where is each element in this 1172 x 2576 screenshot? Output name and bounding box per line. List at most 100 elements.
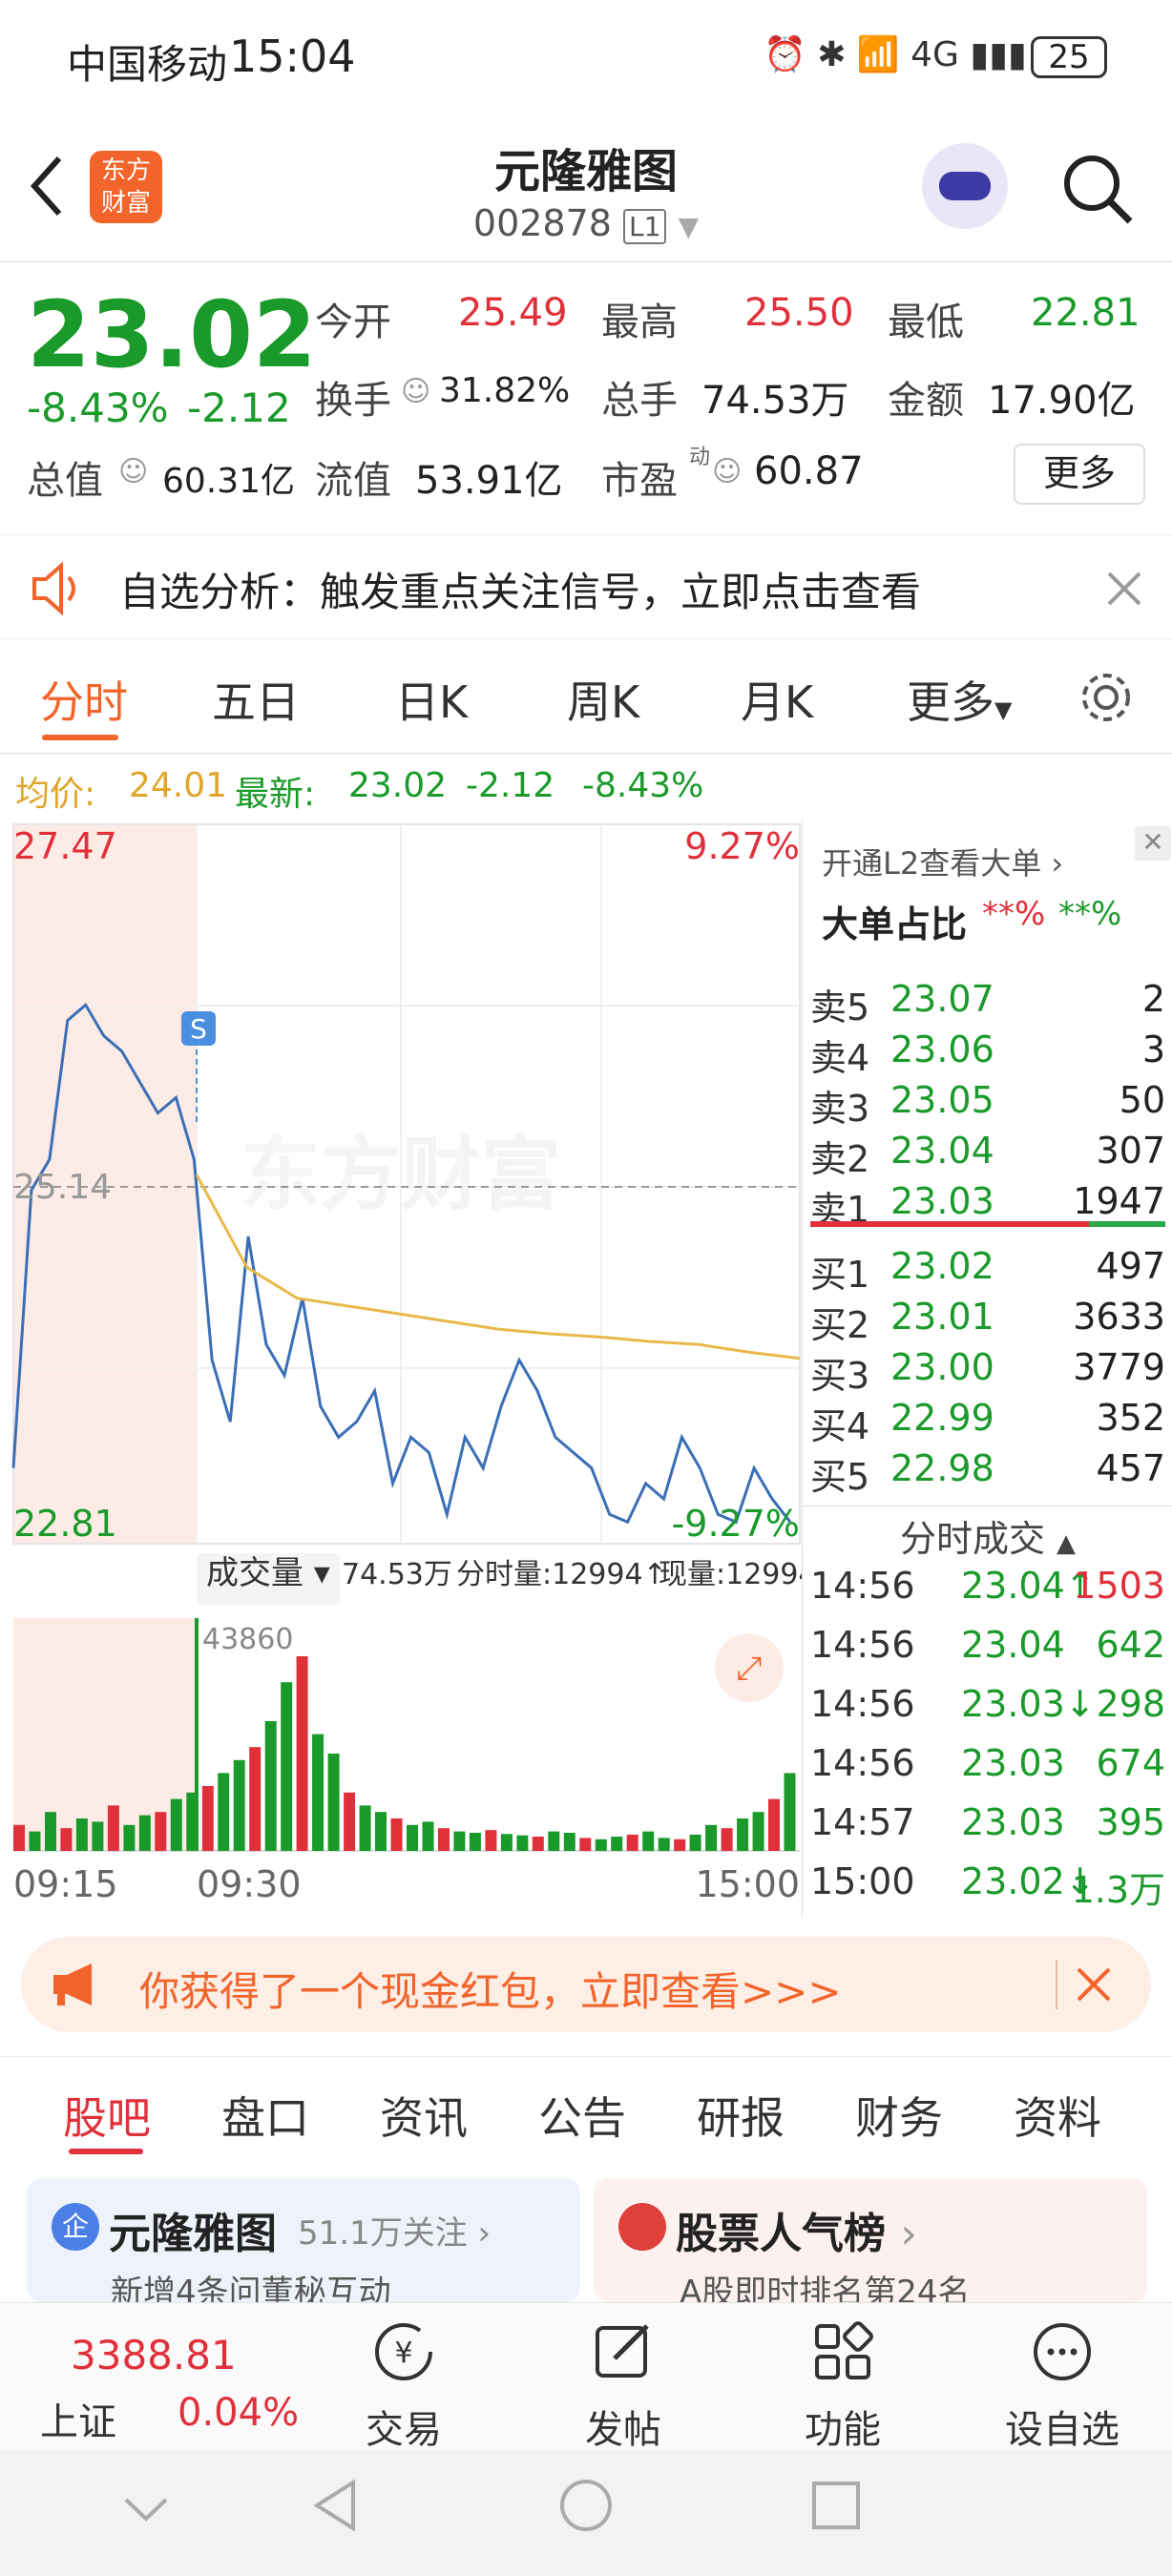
tab-pankou[interactable]: 盘口 — [221, 2084, 309, 2147]
tab-finance[interactable]: 财务 — [855, 2084, 943, 2147]
nav-function[interactable]: 功能 — [771, 2303, 914, 2452]
volume-bar — [563, 1833, 576, 1851]
mktcap-label: 总值 — [27, 459, 103, 503]
ask-volume: 3 — [1141, 1028, 1165, 1070]
recent-apps-icon[interactable] — [809, 2479, 863, 2532]
ask-price: 23.07 — [890, 978, 994, 1020]
nav-post[interactable]: 发帖 — [552, 2303, 695, 2452]
bid-volume: 457 — [1096, 1447, 1165, 1489]
period-tabs: 分时 五日 日K 周K 月K 更多▼ — [0, 639, 1172, 754]
nav-trade[interactable]: ¥ 交易 — [332, 2303, 475, 2452]
volume-label: 成交量 ▾ — [206, 1554, 330, 1592]
pe-superscript: 动 — [689, 446, 711, 469]
pe-label: 市盈 — [601, 459, 678, 503]
expand-icon-glyph: ⤢ — [736, 1650, 762, 1688]
volume-bar — [658, 1838, 670, 1851]
chart-legend: 均价: 24.01 最新: 23.02 -2.12 -8.43% — [0, 758, 1172, 816]
info-icon[interactable]: ☺ — [712, 455, 742, 488]
volume-bar — [548, 1831, 560, 1851]
tab-weekly-k[interactable]: 周K — [567, 668, 639, 731]
ask-volume: 2 — [1141, 978, 1165, 1020]
ask-row: 卖3 23.05 50 — [803, 1079, 1172, 1130]
company-card[interactable]: 企 元隆雅图 51.1万关注 › 新增4条问董秘互动 — [27, 2178, 580, 2312]
volume-bar — [674, 1839, 686, 1851]
tab-announcements[interactable]: 公告 — [538, 2084, 626, 2147]
chevron-down-icon: ▼ — [678, 211, 700, 242]
ask-row: 卖2 23.04 307 — [803, 1130, 1172, 1180]
popularity-card[interactable]: 股票人气榜 › A股即时排名第24名 — [594, 2178, 1147, 2312]
notice-text: 自选分析：触发重点关注信号，立即点击查看 — [119, 569, 922, 615]
red-packet-banner[interactable]: 你获得了一个现金红包，立即查看>>> — [21, 1937, 1151, 2032]
tab-research[interactable]: 研报 — [697, 2084, 785, 2147]
ask-level: 卖2 — [810, 1138, 870, 1180]
bid-level: 买5 — [810, 1456, 870, 1498]
signal-icons: ⏰ ✱ 📶 4G ▮▮▮ — [764, 35, 1027, 74]
close-icon[interactable]: ✕ — [1135, 826, 1171, 861]
feature-cards: 企 元隆雅图 51.1万关注 › 新增4条问董秘互动 股票人气榜 › A股即时排… — [0, 2164, 1172, 2312]
latest-value: 23.02 — [348, 766, 448, 805]
tab-guba[interactable]: 股吧 — [63, 2084, 151, 2147]
volume-bar — [344, 1792, 356, 1851]
volume-bar — [422, 1821, 434, 1851]
info-icon[interactable]: ☺ — [401, 375, 430, 408]
x-axis-label: 09:30 — [197, 1863, 302, 1905]
avg-label: 均价: — [15, 775, 96, 814]
change-percent: -8.43% — [27, 384, 169, 431]
latest-change: -2.12 — [466, 766, 555, 805]
more-button[interactable]: 更多 — [1014, 444, 1145, 505]
volume-bar — [29, 1831, 41, 1851]
close-icon[interactable] — [1075, 1965, 1113, 2004]
analysis-notice[interactable]: 自选分析：触发重点关注信号，立即点击查看 — [0, 534, 1172, 639]
fenshi-volume: 分时量:12994↑ — [456, 1558, 667, 1591]
ask-price: 23.05 — [890, 1079, 994, 1121]
search-icon[interactable] — [1059, 151, 1136, 227]
active-tab-indicator — [69, 2149, 143, 2154]
volume-total: 74.53万 — [342, 1558, 452, 1591]
back-triangle-icon[interactable] — [309, 2477, 359, 2534]
bottom-nav: 3388.81 上证 0.04% ¥ 交易 发帖 功能 设自选 — [0, 2302, 1172, 2452]
tab-5day[interactable]: 五日 — [212, 668, 300, 731]
amount-value: 17.90亿 — [988, 379, 1136, 423]
big-order-label: 大单占比 — [822, 904, 968, 945]
tab-profile[interactable]: 资料 — [1014, 2084, 1101, 2147]
tab-daily-k[interactable]: 日K — [395, 668, 468, 731]
l2-upgrade-link[interactable]: 开通L2查看大单 › — [822, 840, 1063, 883]
ask-volume: 1947 — [1073, 1180, 1165, 1222]
bid-volume: 497 — [1096, 1245, 1165, 1287]
bid-level: 买4 — [810, 1405, 870, 1447]
ticks-title[interactable]: 分时成交 ▲ — [803, 1509, 1172, 1562]
tab-monthly-k[interactable]: 月K — [741, 668, 813, 731]
tab-news[interactable]: 资讯 — [380, 2084, 468, 2147]
open-label: 今开 — [315, 301, 391, 344]
intraday-chart[interactable]: 东方财富 S 27.47 9.27% 25.14 22.81 -9.27% 成交量 ▾ 74.5… — [0, 821, 817, 1918]
volume-bar — [123, 1824, 136, 1851]
volume-bar — [453, 1831, 466, 1851]
gear-icon[interactable] — [1077, 668, 1136, 727]
close-icon[interactable] — [1105, 570, 1143, 608]
nav-watchlist[interactable]: 设自选 — [991, 2303, 1134, 2452]
volume-bar — [155, 1812, 167, 1851]
bid-price: 22.99 — [890, 1397, 994, 1439]
index-pct: 0.04% — [178, 2391, 300, 2435]
tab-more[interactable]: 更多▼ — [907, 668, 1012, 731]
latest-pct: -8.43% — [582, 766, 704, 805]
volume-bar — [752, 1812, 764, 1851]
volume-max-label: 43860 — [202, 1623, 293, 1656]
robot-assistant-icon[interactable] — [922, 143, 1008, 229]
tick-row: 14:56 23.03↓ 298 — [810, 1683, 1165, 1725]
index-ticker[interactable]: 3388.81 上证 0.04% — [19, 2303, 305, 2451]
ask-volume: 50 — [1119, 1079, 1165, 1121]
bid-row: 买4 22.99 352 — [803, 1397, 1172, 1447]
info-icon[interactable]: ☺ — [118, 455, 148, 488]
order-book-panel: 开通L2查看大单 › ✕ 大单占比 **% **% 卖5 23.07 2 卖4 23.0… — [802, 821, 1172, 1918]
home-circle-icon[interactable] — [557, 2477, 615, 2534]
chevron-down-icon[interactable] — [122, 2490, 170, 2528]
volume-bar — [327, 1754, 340, 1851]
volume-bar — [218, 1773, 230, 1851]
more-circle-icon — [1034, 2323, 1091, 2380]
tab-intraday[interactable]: 分时 — [40, 668, 128, 731]
y-label-low-pct: -9.27% — [672, 1503, 800, 1545]
volume-bar — [485, 1830, 497, 1851]
volume-bar — [611, 1837, 623, 1851]
stock-header: 东方 财富 元隆雅图 002878 L1 ▼ — [0, 114, 1172, 262]
